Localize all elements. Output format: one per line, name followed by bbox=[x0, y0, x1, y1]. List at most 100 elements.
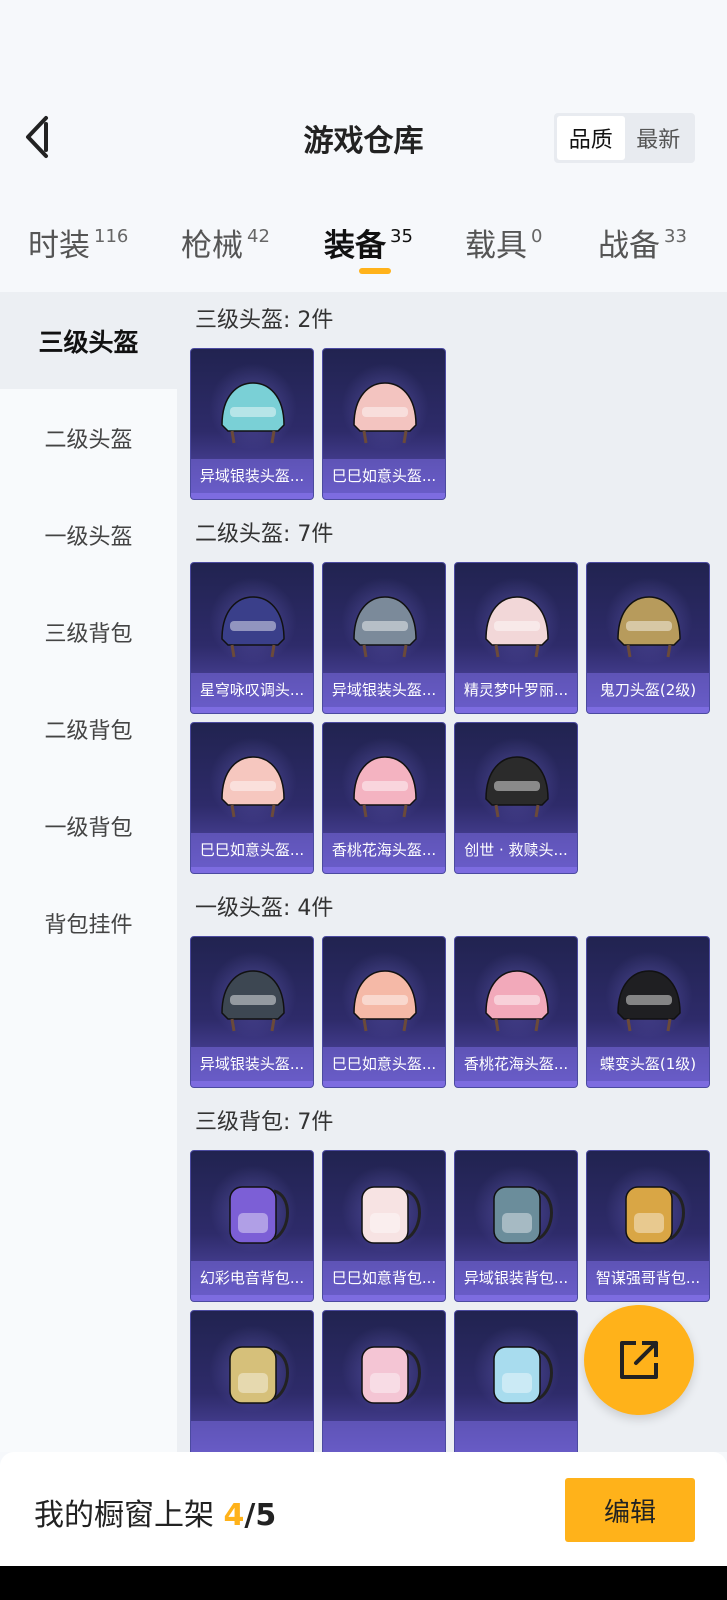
backpack-icon bbox=[493, 1186, 553, 1244]
item-card[interactable]: 巳巳如意头盔... bbox=[190, 722, 314, 874]
item-card[interactable]: 蝶变头盔(1级) bbox=[586, 936, 710, 1088]
helmet-icon bbox=[221, 970, 285, 1032]
backpack-icon bbox=[493, 1346, 553, 1404]
item-name: 鬼刀头盔(2级) bbox=[587, 673, 709, 707]
item-grid: 三级头盔: 2件异域银装头盔... 巳巳如意头盔... 二级头盔: 7件星穹咏叹调头… bbox=[177, 292, 727, 1452]
item-card[interactable]: 异域银装头盔... bbox=[190, 348, 314, 500]
item-name: 巳巳如意头盔... bbox=[323, 1047, 445, 1081]
helmet-icon bbox=[353, 596, 417, 658]
helmet-icon bbox=[617, 596, 681, 658]
section-title: 三级背包: 7件 bbox=[195, 1110, 334, 1135]
item-card[interactable] bbox=[190, 1310, 314, 1452]
rarity-bar bbox=[455, 1081, 577, 1087]
item-name: 巳巳如意背包... bbox=[323, 1261, 445, 1295]
item-card[interactable]: 巳巳如意背包... bbox=[322, 1150, 446, 1302]
item-card[interactable]: 异域银装背包... bbox=[454, 1150, 578, 1302]
rarity-bar bbox=[323, 867, 445, 873]
rarity-bar bbox=[323, 1295, 445, 1301]
item-name: 香桃花海头盔... bbox=[455, 1047, 577, 1081]
item-name: 异域银装头盔... bbox=[191, 1047, 313, 1081]
item-card[interactable] bbox=[454, 1310, 578, 1452]
item-name: 异域银装背包... bbox=[455, 1261, 577, 1295]
item-name: 香桃花海头盔... bbox=[323, 833, 445, 867]
item-name: 异域银装头盔... bbox=[191, 459, 313, 493]
system-nav-bar bbox=[0, 1566, 727, 1600]
sort-toggle[interactable]: 品质 最新 bbox=[554, 113, 695, 163]
rarity-bar bbox=[455, 707, 577, 713]
item-card[interactable]: 异域银装头盔... bbox=[190, 936, 314, 1088]
backpack-icon bbox=[361, 1346, 421, 1404]
rarity-bar bbox=[587, 707, 709, 713]
edit-button[interactable]: 编辑 bbox=[565, 1478, 695, 1542]
item-card[interactable]: 香桃花海头盔... bbox=[454, 936, 578, 1088]
helmet-icon bbox=[485, 970, 549, 1032]
item-card[interactable]: 鬼刀头盔(2级) bbox=[586, 562, 710, 714]
showcase-status: 我的橱窗上架 4/5 bbox=[34, 1498, 277, 1533]
backpack-icon bbox=[229, 1186, 289, 1244]
helmet-icon bbox=[221, 596, 285, 658]
tab-weapons[interactable]: 枪械 42 bbox=[181, 220, 270, 265]
rarity-bar bbox=[323, 493, 445, 499]
rarity-bar bbox=[191, 1295, 313, 1301]
rarity-bar bbox=[323, 1081, 445, 1087]
item-name: 巳巳如意头盔... bbox=[191, 833, 313, 867]
tab-vehicles[interactable]: 载具 0 bbox=[465, 220, 542, 265]
item-name: 星穹咏叹调头... bbox=[191, 673, 313, 707]
sidebar: 三级头盔 二级头盔 一级头盔 三级背包 二级背包 一级背包 背包挂件 bbox=[0, 292, 177, 1452]
helmet-icon bbox=[221, 756, 285, 818]
helmet-icon bbox=[353, 756, 417, 818]
item-card[interactable]: 巳巳如意头盔... bbox=[322, 348, 446, 500]
rarity-bar bbox=[455, 867, 577, 873]
item-name: 智谋强哥背包... bbox=[587, 1261, 709, 1295]
item-card[interactable]: 香桃花海头盔... bbox=[322, 722, 446, 874]
item-card[interactable]: 智谋强哥背包... bbox=[586, 1150, 710, 1302]
section-title: 一级头盔: 4件 bbox=[195, 896, 334, 921]
rarity-bar bbox=[191, 1081, 313, 1087]
rarity-bar bbox=[323, 707, 445, 713]
item-name bbox=[191, 1421, 313, 1452]
item-card[interactable]: 创世 · 救赎头... bbox=[454, 722, 578, 874]
helmet-icon bbox=[221, 382, 285, 444]
item-name: 创世 · 救赎头... bbox=[455, 833, 577, 867]
helmet-icon bbox=[485, 596, 549, 658]
rarity-bar bbox=[455, 1295, 577, 1301]
sort-newest-option[interactable]: 最新 bbox=[625, 116, 693, 160]
item-name: 巳巳如意头盔... bbox=[323, 459, 445, 493]
sidebar-item-lv2-backpack[interactable]: 二级背包 bbox=[0, 680, 177, 777]
active-tab-indicator bbox=[359, 268, 391, 274]
sidebar-item-lv1-helmet[interactable]: 一级头盔 bbox=[0, 486, 177, 583]
tab-supplies[interactable]: 战备 33 bbox=[598, 220, 687, 265]
showcase-bar: 我的橱窗上架 4/5 编辑 bbox=[0, 1452, 727, 1566]
rarity-bar bbox=[587, 1081, 709, 1087]
backpack-icon bbox=[361, 1186, 421, 1244]
sidebar-item-lv3-helmet[interactable]: 三级头盔 bbox=[0, 292, 177, 389]
section-title: 二级头盔: 7件 bbox=[195, 522, 334, 547]
sidebar-item-lv1-backpack[interactable]: 一级背包 bbox=[0, 777, 177, 874]
rarity-bar bbox=[191, 493, 313, 499]
tab-fashion[interactable]: 时装 116 bbox=[28, 220, 128, 265]
tab-equipment[interactable]: 装备 35 bbox=[324, 220, 413, 265]
section-title: 三级头盔: 2件 bbox=[195, 308, 334, 333]
item-card[interactable]: 幻彩电音背包... bbox=[190, 1150, 314, 1302]
rarity-bar bbox=[191, 707, 313, 713]
external-link-icon bbox=[620, 1341, 658, 1379]
item-name: 蝶变头盔(1级) bbox=[587, 1047, 709, 1081]
helmet-icon bbox=[485, 756, 549, 818]
item-card[interactable]: 异域银装头盔... bbox=[322, 562, 446, 714]
sort-quality-option[interactable]: 品质 bbox=[557, 116, 625, 160]
share-button[interactable] bbox=[584, 1305, 694, 1415]
sidebar-item-lv3-backpack[interactable]: 三级背包 bbox=[0, 583, 177, 680]
item-card[interactable]: 巳巳如意头盔... bbox=[322, 936, 446, 1088]
item-card[interactable]: 精灵梦叶罗丽... bbox=[454, 562, 578, 714]
sidebar-item-backpack-charm[interactable]: 背包挂件 bbox=[0, 874, 177, 971]
rarity-bar bbox=[587, 1295, 709, 1301]
item-card[interactable]: 星穹咏叹调头... bbox=[190, 562, 314, 714]
rarity-bar bbox=[191, 867, 313, 873]
sidebar-item-lv2-helmet[interactable]: 二级头盔 bbox=[0, 389, 177, 486]
helmet-icon bbox=[353, 382, 417, 444]
backpack-icon bbox=[625, 1186, 685, 1244]
item-name: 异域银装头盔... bbox=[323, 673, 445, 707]
item-card[interactable] bbox=[322, 1310, 446, 1452]
helmet-icon bbox=[617, 970, 681, 1032]
item-name bbox=[323, 1421, 445, 1452]
